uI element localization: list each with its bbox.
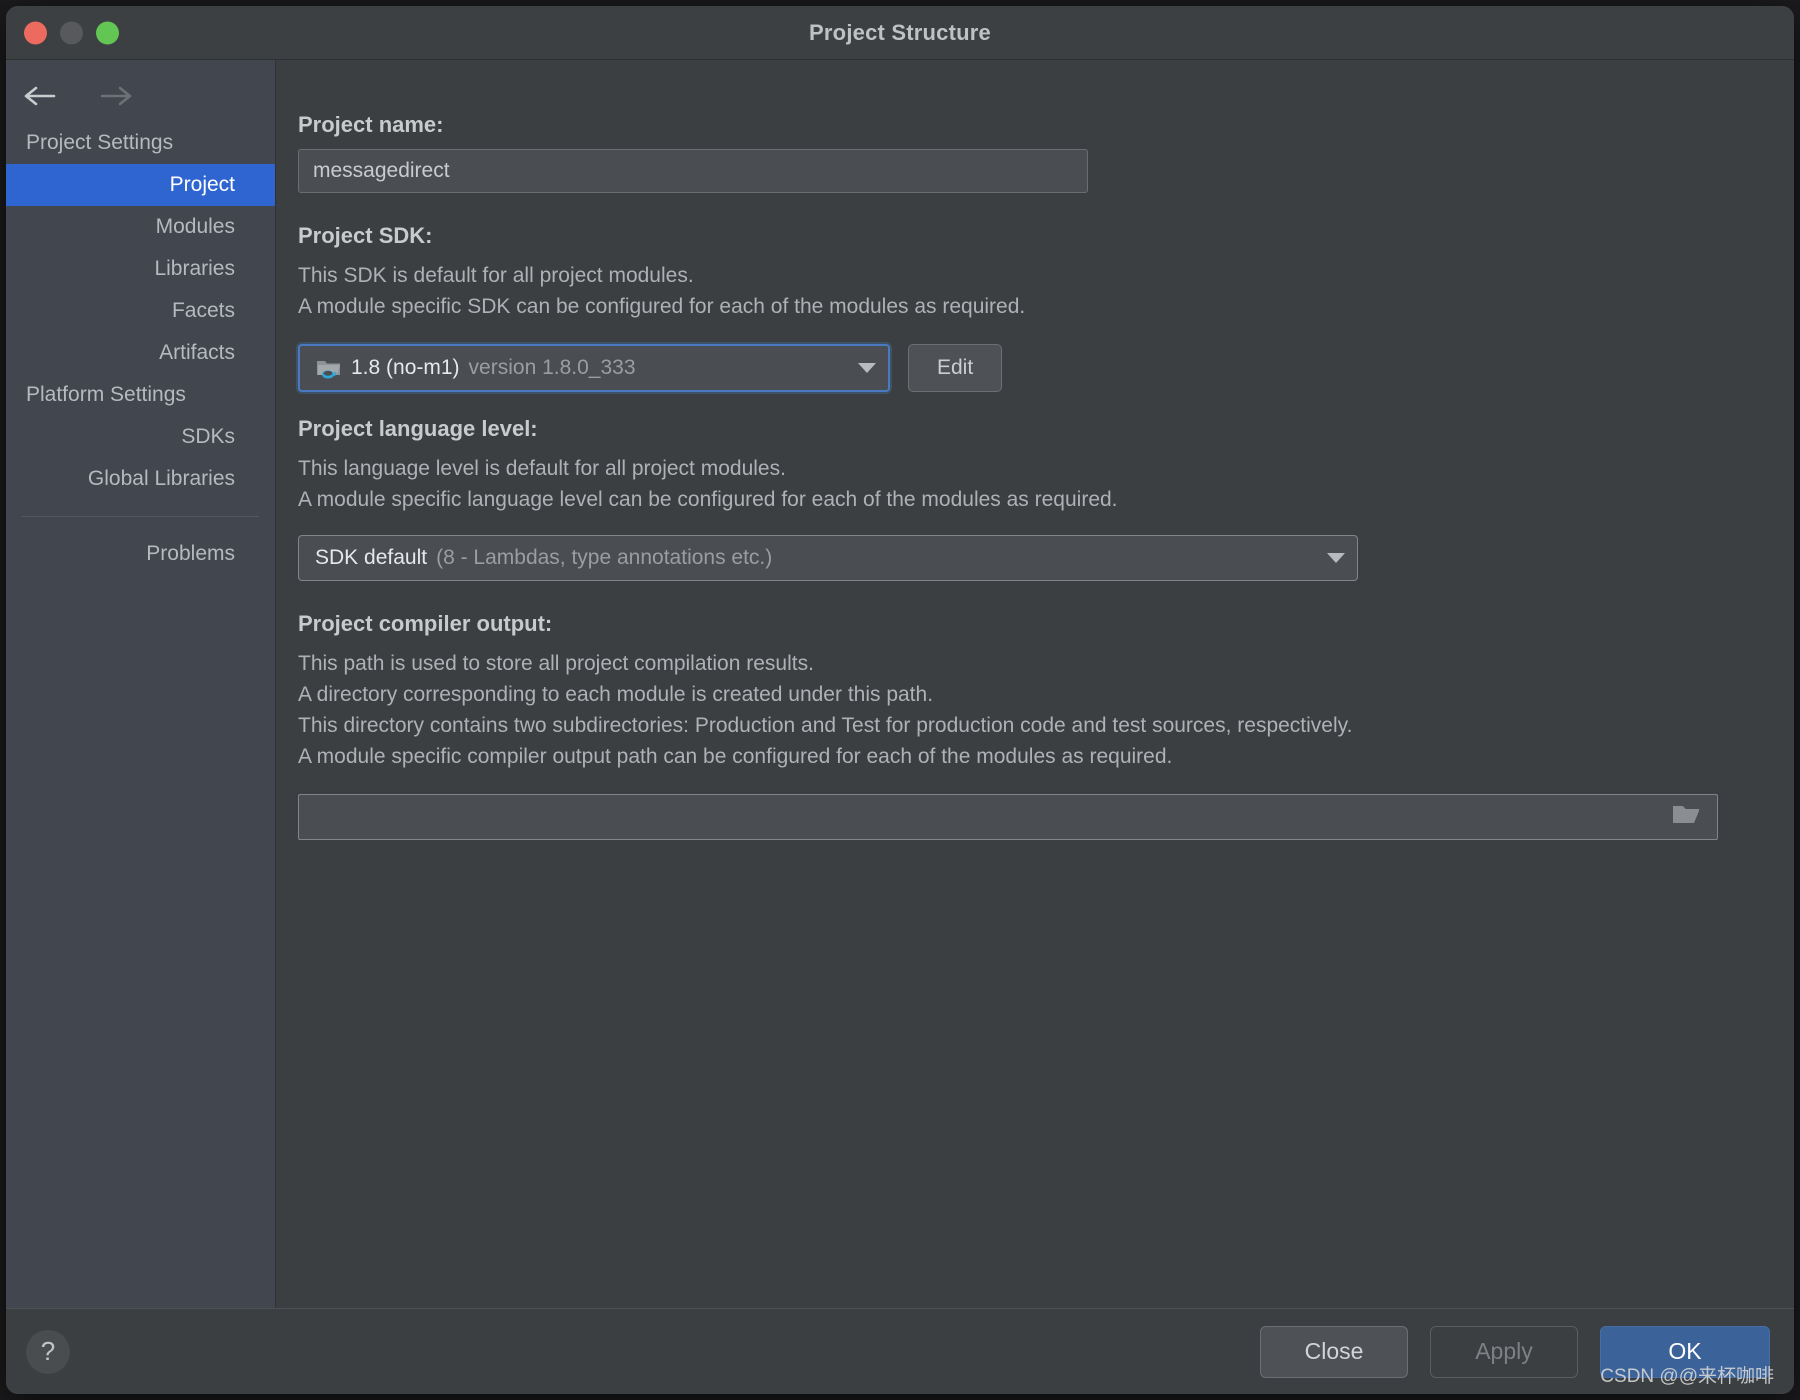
forward-button[interactable] [96,82,136,110]
sidebar-item-artifacts[interactable]: Artifacts [6,332,275,374]
chevron-down-icon [858,363,876,373]
dialog-footer: ? Close Apply OK CSDN @@来杯咖啡 [6,1308,1794,1394]
arrow-right-icon [100,86,132,106]
project-sdk-description-line-1: This SDK is default for all project modu… [298,264,694,287]
title-bar: Project Structure [6,6,1794,60]
project-name-label: Project name: [298,112,444,137]
minimize-window-button[interactable] [60,21,83,44]
project-sdk-description-line-2: A module specific SDK can be configured … [298,295,1026,318]
compiler-output-description-line-1: This path is used to store all project c… [298,652,814,675]
help-button[interactable]: ? [26,1329,70,1374]
zoom-window-button[interactable] [96,21,119,44]
project-sdk-value: 1.8 (no-m1) [351,356,460,379]
sidebar: Project Settings Project Modules Librari… [6,60,276,1308]
window-controls [24,21,119,44]
sidebar-item-global-libraries[interactable]: Global Libraries [6,458,275,500]
language-level-description-line-1: This language level is default for all p… [298,457,786,480]
sidebar-section-platform-settings: Platform Settings [26,383,186,406]
sidebar-item-libraries[interactable]: Libraries [6,248,275,290]
sidebar-item-project[interactable]: Project [6,164,275,206]
sidebar-item-facets[interactable]: Facets [6,290,275,332]
sidebar-divider [22,516,259,517]
compiler-output-description: This path is used to store all project c… [298,648,1754,772]
language-level-label: Project language level: [298,416,538,441]
sidebar-item-sdks[interactable]: SDKs [6,416,275,458]
arrow-left-icon [24,86,56,106]
apply-button[interactable]: Apply [1430,1325,1578,1378]
compiler-output-description-line-4: A module specific compiler output path c… [298,745,1173,768]
project-sdk-version: version 1.8.0_333 [468,356,636,379]
compiler-output-section: Project compiler output: This path is us… [298,611,1754,840]
language-level-description: This language level is default for all p… [298,453,1754,515]
language-level-description-line-2: A module specific language level can be … [298,488,1118,511]
project-name-input[interactable]: messagedirect [298,149,1088,193]
language-level-value: SDK default [315,546,428,569]
sidebar-item-problems[interactable]: Problems [6,533,275,575]
ok-button[interactable]: OK [1600,1325,1770,1378]
settings-panel: Project name: messagedirect Project SDK:… [276,60,1794,1308]
project-name-section: Project name: messagedirect [298,112,1754,193]
project-sdk-row: 1.8 (no-m1) version 1.8.0_333 Edit [298,344,1754,392]
java-folder-icon [316,357,342,379]
back-button[interactable] [20,82,60,110]
project-sdk-dropdown[interactable]: 1.8 (no-m1) version 1.8.0_333 [298,344,890,392]
language-level-section: Project language level: This language le… [298,416,1754,581]
compiler-output-label: Project compiler output: [298,611,553,636]
project-name-value: messagedirect [313,159,450,182]
project-sdk-label: Project SDK: [298,223,433,248]
window-title: Project Structure [809,19,991,45]
chevron-down-icon [1327,553,1345,563]
open-folder-icon[interactable] [1671,803,1701,832]
sidebar-item-modules[interactable]: Modules [6,206,275,248]
close-button[interactable]: Close [1260,1325,1408,1378]
compiler-output-description-line-3: This directory contains two subdirectori… [298,714,1353,737]
navigation-row [6,70,275,122]
language-level-dropdown[interactable]: SDK default (8 - Lambdas, type annotatio… [298,535,1358,581]
compiler-output-input[interactable] [298,794,1718,840]
language-level-detail: (8 - Lambdas, type annotations etc.) [436,546,773,569]
project-structure-window: Project Structure Project Settings Proje… [6,6,1794,1394]
edit-sdk-button[interactable]: Edit [908,344,1003,392]
compiler-output-description-line-2: A directory corresponding to each module… [298,683,934,706]
sidebar-section-project-settings: Project Settings [26,131,174,154]
dialog-body: Project Settings Project Modules Librari… [6,60,1794,1308]
project-sdk-description: This SDK is default for all project modu… [298,260,1754,322]
close-window-button[interactable] [24,21,47,44]
footer-buttons: Close Apply OK [1260,1325,1770,1378]
project-sdk-section: Project SDK: This SDK is default for all… [298,223,1754,392]
